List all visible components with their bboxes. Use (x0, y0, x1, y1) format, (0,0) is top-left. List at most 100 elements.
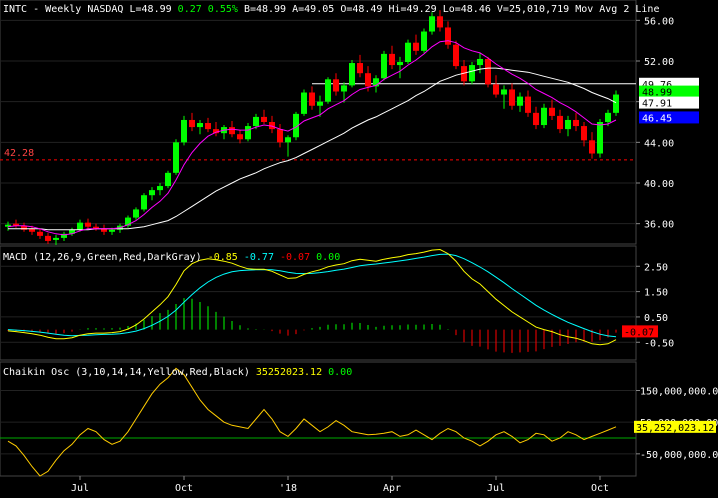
price-tick-label: 52.00 (644, 57, 674, 68)
price-header: INTC - Weekly NASDAQ L=48.99 0.27 0.55% … (3, 4, 659, 15)
ask-label: A=49.05 (292, 4, 334, 15)
macd-tick-label: -0.50 (644, 338, 674, 349)
low-label: Lo=48.46 (443, 4, 491, 15)
stock-chart: 42.28 56.0052.0048.0044.0040.0036.00 49.… (0, 0, 718, 494)
candle-body (245, 126, 251, 140)
candle-body (381, 53, 387, 79)
candle-body (389, 53, 395, 66)
macd-value: -0.85 (208, 252, 238, 263)
price-tick-label: 44.00 (644, 138, 674, 149)
macd-zero-value: 0.00 (316, 252, 340, 263)
price-panel-frame (0, 0, 637, 245)
macd-signal-value: -0.77 (244, 252, 274, 263)
macd-hist-value: -0.07 (280, 252, 310, 263)
candle-body (85, 222, 91, 227)
candle-body (565, 119, 571, 130)
bid-label: B=48.99 (244, 4, 286, 15)
candle-body (469, 65, 475, 82)
candle-body (333, 79, 339, 92)
candle-body (349, 63, 355, 86)
candle-body (325, 79, 331, 102)
chaikin-tick-label: -50,000,000.00 (640, 450, 718, 461)
candle-body (421, 31, 427, 51)
macd-tick-label: 1.50 (644, 288, 668, 299)
time-tick-label: '18 (279, 483, 297, 494)
candle-body (341, 85, 347, 92)
price-tag-label: 47.91 (642, 99, 672, 110)
macd-header: MACD (12,26,9,Green,Red,DarkGray) -0.85 … (3, 252, 340, 263)
header-sep: - (33, 4, 45, 15)
candle-body (197, 123, 203, 128)
candle-body (157, 186, 163, 191)
candle-body (309, 92, 315, 106)
change-label: 0.27 (178, 4, 202, 15)
candle-body (445, 27, 451, 45)
exchange-label: NASDAQ (87, 4, 123, 15)
price-panel: 42.28 56.0052.0048.0044.0040.0036.00 49.… (0, 0, 699, 246)
macd-tag-label: -0.07 (624, 327, 654, 338)
candle-body (573, 119, 579, 127)
candle-body (453, 44, 459, 67)
interval-label: Weekly (45, 4, 81, 15)
price-tag-label: 46.45 (642, 113, 672, 124)
candle-body (589, 140, 595, 154)
candle-body (541, 107, 547, 126)
candle-body (229, 127, 235, 135)
time-tick-label: Jul (487, 483, 505, 494)
macd-tick-label: 2.50 (644, 262, 668, 273)
candle-body (357, 63, 363, 74)
price-axis-tags: 49.7648.9947.9146.45 (639, 77, 699, 124)
chaikin-tag-label: 35,252,023.12 (636, 423, 714, 434)
candle-body (261, 116, 267, 122)
chaikin-title: Chaikin Osc (3,10,14,14,Yellow,Red,Black… (3, 367, 250, 378)
chaikin-panel-frame (0, 361, 637, 477)
candle-body (77, 222, 83, 230)
candle-body (165, 172, 171, 187)
chaikin-axis-tag: 35,252,023.12 (634, 420, 716, 434)
candle-body (501, 89, 507, 95)
symbol-label: INTC (3, 4, 27, 15)
macd-axis-tag: -0.07 (622, 325, 658, 338)
chart-canvas: 42.28 56.0052.0048.0044.0040.0036.00 49.… (0, 0, 718, 494)
price-tick-label: 56.00 (644, 16, 674, 27)
candle-body (317, 101, 323, 106)
time-tick-label: Oct (591, 483, 609, 494)
candle-body (365, 73, 371, 87)
high-label: Hi=49.29 (389, 4, 437, 15)
candle-body (477, 58, 483, 66)
candle-body (149, 190, 155, 196)
candle-body (597, 122, 603, 154)
candle-body (437, 16, 443, 28)
candle-body (549, 107, 555, 116)
candle-body (189, 119, 195, 128)
macd-panel: 2.50 1.50 0.50 -0.50 -0.07 MACD (12,26,9,Gr… (0, 245, 674, 361)
chaikin-panel: 150,000,000.0050,000,000.00-50,000,000.0… (0, 361, 718, 477)
price-tick-label: 36.00 (644, 220, 674, 231)
candle-body (141, 195, 147, 210)
candle-body (133, 209, 139, 218)
change-pct-label: 0.55% (208, 4, 238, 15)
candle-body (277, 129, 283, 143)
time-tick-label: Apr (383, 483, 401, 494)
chaikin-zero-value: 0.00 (328, 367, 352, 378)
time-tick-label: Oct (175, 483, 193, 494)
chaikin-value: 35252023.12 (256, 367, 322, 378)
candle-body (301, 92, 307, 114)
candle-body (581, 126, 587, 141)
candle-body (405, 42, 411, 63)
candle-body (253, 116, 259, 127)
candle-body (605, 112, 611, 122)
price-tick-label: 40.00 (644, 179, 674, 190)
candle-body (237, 134, 243, 140)
time-axis: Jul Oct '18 Apr Jul Oct (71, 476, 609, 494)
candle-body (613, 94, 619, 113)
candle-body (205, 123, 211, 130)
macd-tick-label: 0.50 (644, 313, 668, 324)
support-level-label: 42.28 (4, 148, 34, 159)
candle-body (557, 115, 563, 130)
candle-body (493, 84, 499, 95)
time-tick-label: Jul (71, 483, 89, 494)
candle-body (181, 119, 187, 143)
candle-body (37, 231, 43, 236)
candle-body (485, 58, 491, 85)
